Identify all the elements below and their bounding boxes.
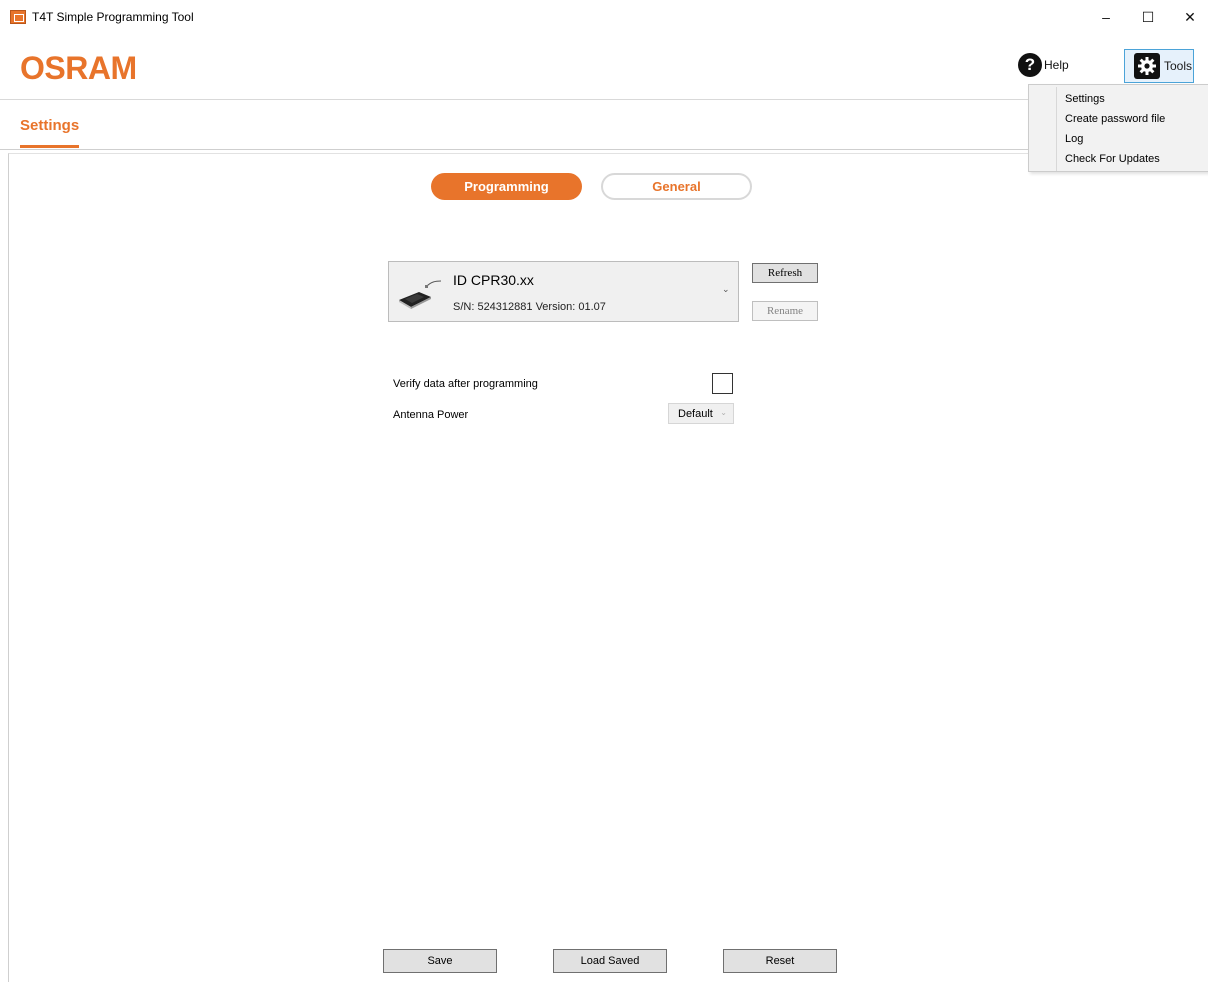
gear-icon [1134, 53, 1160, 79]
tab-general[interactable]: General [601, 173, 752, 200]
close-button[interactable]: ✕ [1170, 4, 1208, 30]
rename-button[interactable]: Rename [752, 301, 818, 321]
menu-item-create-password-file[interactable]: Create password file [1065, 109, 1205, 129]
save-button[interactable]: Save [383, 949, 497, 973]
app-header: OSRAM ? Help Tools [0, 34, 1208, 100]
osram-logo: OSRAM [20, 50, 137, 86]
chevron-down-icon: ⌄ [720, 408, 727, 417]
minimize-button[interactable]: – [1086, 4, 1126, 30]
menu-separator [1056, 87, 1057, 171]
tab-settings[interactable]: Settings [20, 117, 79, 134]
antenna-power-value: Default [678, 407, 713, 420]
maximize-button[interactable]: ☐ [1128, 4, 1168, 30]
tools-label: Tools [1164, 59, 1193, 73]
tab-active-indicator [20, 145, 79, 148]
device-serial-version: S/N: 524312881 Version: 01.07 [453, 301, 606, 313]
tab-divider [0, 149, 1208, 150]
antenna-power-select[interactable]: Default ⌄ [668, 403, 734, 424]
verify-checkbox[interactable] [712, 373, 733, 394]
tools-button[interactable]: Tools [1124, 49, 1194, 83]
help-button[interactable]: ? Help [1018, 52, 1069, 78]
reset-button[interactable]: Reset [723, 949, 837, 973]
reader-device-icon [399, 280, 442, 309]
load-saved-button[interactable]: Load Saved [553, 949, 667, 973]
window-title-bar: T4T Simple Programming Tool – ☐ ✕ [0, 0, 1208, 34]
refresh-button[interactable]: Refresh [752, 263, 818, 283]
menu-item-settings[interactable]: Settings [1065, 89, 1205, 109]
app-icon [10, 10, 26, 24]
help-label: Help [1044, 58, 1069, 72]
tab-programming[interactable]: Programming [431, 173, 582, 200]
device-selector[interactable]: ID CPR30.xx S/N: 524312881 Version: 01.0… [388, 261, 739, 322]
chevron-down-icon: ⌄ [722, 284, 730, 294]
menu-item-check-for-updates[interactable]: Check For Updates [1065, 149, 1205, 169]
menu-item-log[interactable]: Log [1065, 129, 1205, 149]
device-name: ID CPR30.xx [453, 272, 534, 288]
window-title: T4T Simple Programming Tool [32, 10, 194, 24]
tools-menu: Settings Create password file Log Check … [1028, 84, 1208, 172]
antenna-power-label: Antenna Power [393, 409, 469, 421]
help-icon: ? [1018, 53, 1042, 77]
verify-label: Verify data after programming [393, 378, 538, 390]
